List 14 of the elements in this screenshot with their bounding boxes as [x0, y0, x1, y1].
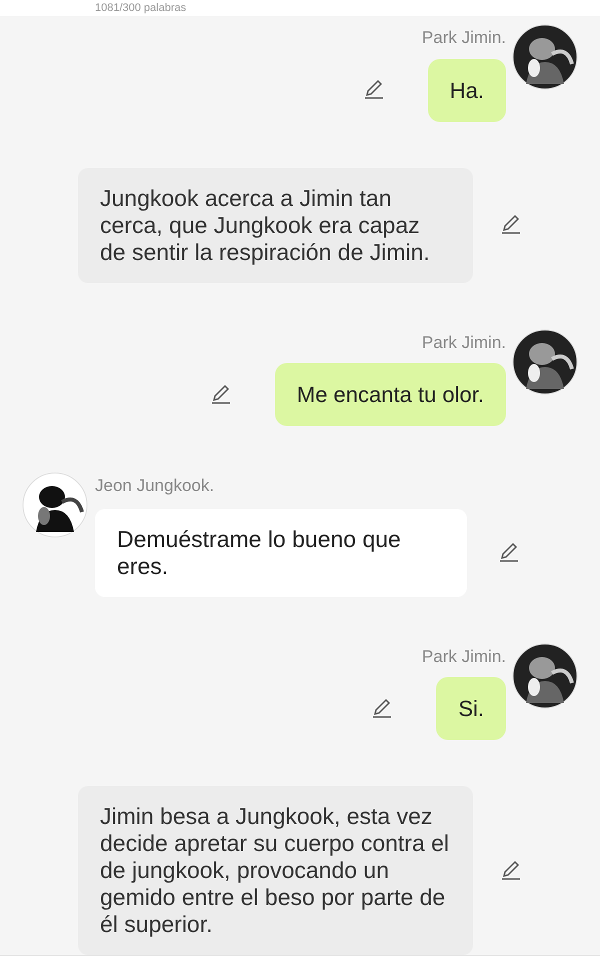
word-count: 1081/300 palabras	[95, 2, 186, 14]
edit-icon[interactable]	[497, 540, 521, 564]
message-bubble: Si.	[436, 677, 506, 740]
edit-icon[interactable]	[499, 858, 523, 882]
narration-box: Jungkook acerca a Jimin tan cerca, que Jungkook era capaz de sentir la respiración de Jimin.	[78, 168, 473, 282]
narration-box: Jimin besa a Jungkook, esta vez decide apretar su cuerpo contra el de jungkook, provocando un gemido entre el beso por parte de él superior.	[78, 786, 473, 955]
sender-name: Jeon Jungkook.	[95, 475, 216, 497]
sender-name: Park Jimin.	[422, 332, 506, 354]
message-bubble: Me encanta tu olor.	[274, 363, 506, 426]
message-bubble: Demuéstrame lo bueno que eres.	[95, 508, 467, 596]
message-bubble: Ha.	[428, 58, 506, 122]
edit-icon[interactable]	[499, 213, 523, 237]
sender-name: Park Jimin.	[422, 646, 506, 668]
sender-name: Park Jimin.	[422, 27, 506, 49]
